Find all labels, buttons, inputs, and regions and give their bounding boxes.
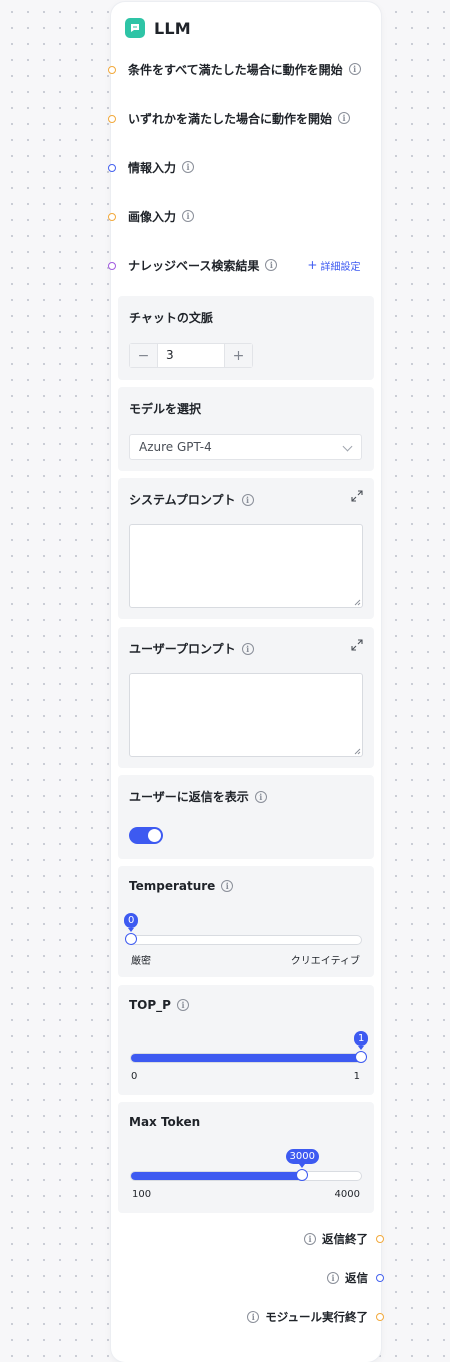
input-port-any-condition[interactable] bbox=[108, 115, 116, 123]
slider-value-bubble: 3000 bbox=[285, 1149, 319, 1168]
top-p-slider[interactable]: 1 bbox=[130, 1031, 369, 1063]
plus-icon: + bbox=[307, 258, 318, 272]
slider-thumb[interactable] bbox=[296, 1169, 309, 1181]
user-prompt-panel: ユーザープロンプト i bbox=[118, 627, 374, 768]
info-icon[interactable]: i bbox=[265, 259, 278, 271]
slider-max-label: 4000 bbox=[334, 1189, 360, 1200]
slider-min-label: 0 bbox=[131, 1071, 138, 1082]
output-port-reply[interactable] bbox=[376, 1274, 384, 1282]
output-module-end: i モジュール実行終了 bbox=[247, 1308, 368, 1326]
slider-thumb[interactable] bbox=[355, 1051, 367, 1063]
chat-context-label: チャットの文脈 bbox=[129, 311, 213, 325]
info-icon[interactable]: i bbox=[247, 1311, 260, 1323]
input-any-condition: いずれかを満たした場合に動作を開始 i bbox=[128, 108, 351, 128]
increment-button[interactable]: + bbox=[225, 344, 252, 367]
show-reply-label: ユーザーに返信を表示 bbox=[129, 790, 249, 804]
top-p-label: TOP_P bbox=[129, 998, 171, 1012]
input-label: 条件をすべて満たした場合に動作を開始 bbox=[128, 62, 343, 77]
output-port-reply-end[interactable] bbox=[376, 1235, 384, 1243]
slider-min-label: 100 bbox=[132, 1189, 152, 1200]
output-port-module-end[interactable] bbox=[376, 1313, 384, 1321]
output-label: 返信終了 bbox=[322, 1232, 368, 1246]
system-prompt-label: システムプロンプト bbox=[129, 493, 236, 507]
info-icon[interactable]: i bbox=[176, 999, 189, 1011]
chat-context-panel: チャットの文脈 − 3 + bbox=[118, 296, 374, 380]
model-selected-value: Azure GPT-4 bbox=[139, 440, 212, 454]
expand-icon[interactable] bbox=[351, 639, 363, 651]
input-info: 情報入力 i bbox=[128, 157, 195, 177]
slider-value-bubble: 0 bbox=[124, 913, 139, 932]
input-label: 情報入力 bbox=[128, 160, 177, 175]
user-prompt-label: ユーザープロンプト bbox=[129, 642, 236, 656]
input-port-image[interactable] bbox=[108, 213, 116, 221]
output-label: モジュール実行終了 bbox=[265, 1310, 368, 1324]
input-image: 画像入力 i bbox=[128, 206, 195, 226]
user-prompt-header: ユーザープロンプト i bbox=[129, 640, 254, 657]
slider-max-label: 1 bbox=[353, 1071, 360, 1082]
info-icon[interactable]: i bbox=[327, 1272, 339, 1284]
info-icon[interactable]: i bbox=[182, 161, 195, 173]
node-title: LLM bbox=[154, 18, 191, 38]
temperature-panel: Temperature i 0 厳密 クリエイティブ bbox=[118, 866, 374, 977]
system-prompt-header: システムプロンプト i bbox=[129, 491, 254, 508]
output-reply-end: i 返信終了 bbox=[304, 1230, 368, 1248]
slider-min-label: 厳密 bbox=[131, 956, 151, 967]
input-all-conditions: 条件をすべて満たした場合に動作を開始 i bbox=[128, 59, 361, 79]
info-icon[interactable]: i bbox=[348, 63, 361, 75]
advanced-settings-label: 詳細設定 bbox=[320, 261, 361, 273]
max-token-header: Max Token bbox=[129, 1115, 200, 1129]
chat-bubble-icon bbox=[125, 18, 145, 38]
resize-handle-icon[interactable] bbox=[353, 598, 361, 606]
info-icon[interactable]: i bbox=[338, 112, 351, 124]
resize-handle-icon[interactable] bbox=[353, 747, 361, 755]
system-prompt-panel: システムプロンプト i bbox=[118, 478, 374, 619]
model-label: モデルを選択 bbox=[129, 402, 202, 416]
temperature-header: Temperature i bbox=[129, 879, 234, 893]
input-port-info[interactable] bbox=[108, 164, 116, 172]
expand-icon[interactable] bbox=[351, 490, 363, 502]
show-reply-header: ユーザーに返信を表示 i bbox=[129, 788, 267, 805]
decrement-button[interactable]: − bbox=[130, 344, 157, 367]
info-icon[interactable]: i bbox=[182, 210, 195, 222]
top-p-panel: TOP_P i 1 0 1 bbox=[118, 985, 374, 1095]
slider-value-bubble: 1 bbox=[354, 1031, 369, 1050]
max-token-label: Max Token bbox=[129, 1115, 201, 1129]
info-icon[interactable]: i bbox=[221, 880, 234, 892]
temperature-label: Temperature bbox=[129, 879, 216, 893]
node-header: LLM bbox=[125, 18, 191, 38]
info-icon[interactable]: i bbox=[241, 493, 254, 506]
show-reply-toggle[interactable] bbox=[129, 827, 163, 844]
input-port-all-conditions[interactable] bbox=[108, 66, 116, 74]
output-label: 返信 bbox=[345, 1271, 368, 1285]
slider-fill bbox=[131, 1172, 303, 1180]
slider-fill bbox=[131, 1054, 361, 1062]
max-token-panel: Max Token 3000 100 4000 bbox=[118, 1102, 374, 1213]
system-prompt-textarea[interactable] bbox=[129, 524, 363, 608]
input-knowledge: ナレッジベース検索結果 i + 詳細設定 bbox=[128, 255, 360, 275]
model-panel: モデルを選択 Azure GPT-4 bbox=[118, 387, 374, 471]
top-p-header: TOP_P i bbox=[129, 998, 189, 1012]
input-port-knowledge[interactable] bbox=[108, 262, 116, 270]
info-icon[interactable]: i bbox=[304, 1233, 316, 1245]
slider-max-label: クリエイティブ bbox=[290, 956, 360, 967]
advanced-settings-link[interactable]: + 詳細設定 bbox=[307, 258, 360, 273]
slider-thumb[interactable] bbox=[125, 933, 137, 945]
toggle-knob bbox=[148, 829, 161, 842]
output-reply: i 返信 bbox=[327, 1269, 368, 1287]
chat-context-stepper: − 3 + bbox=[129, 343, 253, 368]
info-icon[interactable]: i bbox=[254, 790, 267, 803]
input-label: 画像入力 bbox=[128, 209, 177, 224]
max-token-slider[interactable]: 3000 bbox=[130, 1149, 362, 1181]
chat-context-value[interactable]: 3 bbox=[157, 344, 225, 367]
input-label: いずれかを満たした場合に動作を開始 bbox=[128, 111, 333, 126]
show-reply-panel: ユーザーに返信を表示 i bbox=[118, 775, 374, 859]
temperature-slider[interactable]: 0 bbox=[124, 913, 362, 945]
chevron-down-icon bbox=[342, 441, 353, 452]
model-select[interactable]: Azure GPT-4 bbox=[129, 434, 362, 460]
info-icon[interactable]: i bbox=[241, 642, 254, 655]
user-prompt-textarea[interactable] bbox=[129, 673, 363, 757]
input-label: ナレッジベース検索結果 bbox=[128, 258, 260, 273]
